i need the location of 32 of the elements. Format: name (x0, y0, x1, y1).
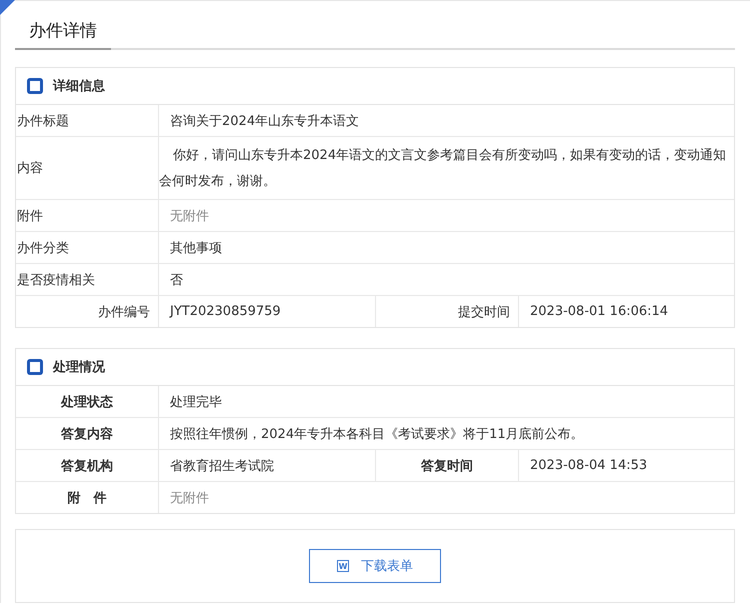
field-label: 附件 (16, 200, 159, 231)
list-icon (27, 359, 43, 375)
word-document-icon: W (337, 560, 349, 572)
field-label: 提交时间 (376, 296, 519, 327)
section-title: 处理情况 (53, 359, 105, 376)
tab[interactable]: 办件详情 (15, 19, 111, 50)
field-label: 是否疫情相关 (16, 264, 159, 295)
field-value: 其他事项 (169, 240, 223, 258)
field-value: 无附件 (169, 208, 210, 226)
field-value: 按照往年惯例，2024年专升本各科目《考试要求》将于11月底前公布。 (169, 426, 585, 444)
field-label: 附 件 (16, 482, 159, 513)
field-label: 办件标题 (16, 105, 159, 136)
field-value: JYT20230859759 (159, 296, 376, 327)
field-value: 咨询关于2024年山东专升本语文 (169, 112, 360, 130)
field-value: 无附件 (169, 490, 210, 508)
field-label: 答复内容 (16, 418, 159, 449)
download-button[interactable]: W 下载表单 (309, 549, 441, 583)
field-label: 内容 (16, 137, 159, 199)
field-value: 2023-08-04 14:53 (529, 457, 648, 475)
field-value: 你好，请问山东专升本2024年语文的文言文参考篇目会有所变动吗，如果有变动的话，变动通知会何时发布，谢谢。 (159, 147, 728, 191)
field-value: 2023-08-01 16:06:14 (529, 303, 670, 321)
list-icon (27, 78, 43, 94)
field-value: 省教育招生考试院 (159, 450, 376, 481)
field-label: 办件分类 (16, 232, 159, 263)
field-label: 办件编号 (16, 296, 159, 327)
field-value: 处理完毕 (169, 394, 223, 412)
section-title: 详细信息 (53, 78, 105, 95)
field-label: 处理状态 (16, 386, 159, 417)
field-value: 否 (169, 272, 184, 290)
field-label: 答复时间 (376, 450, 519, 481)
field-label: 答复机构 (16, 450, 159, 481)
corner-marker (0, 0, 15, 15)
